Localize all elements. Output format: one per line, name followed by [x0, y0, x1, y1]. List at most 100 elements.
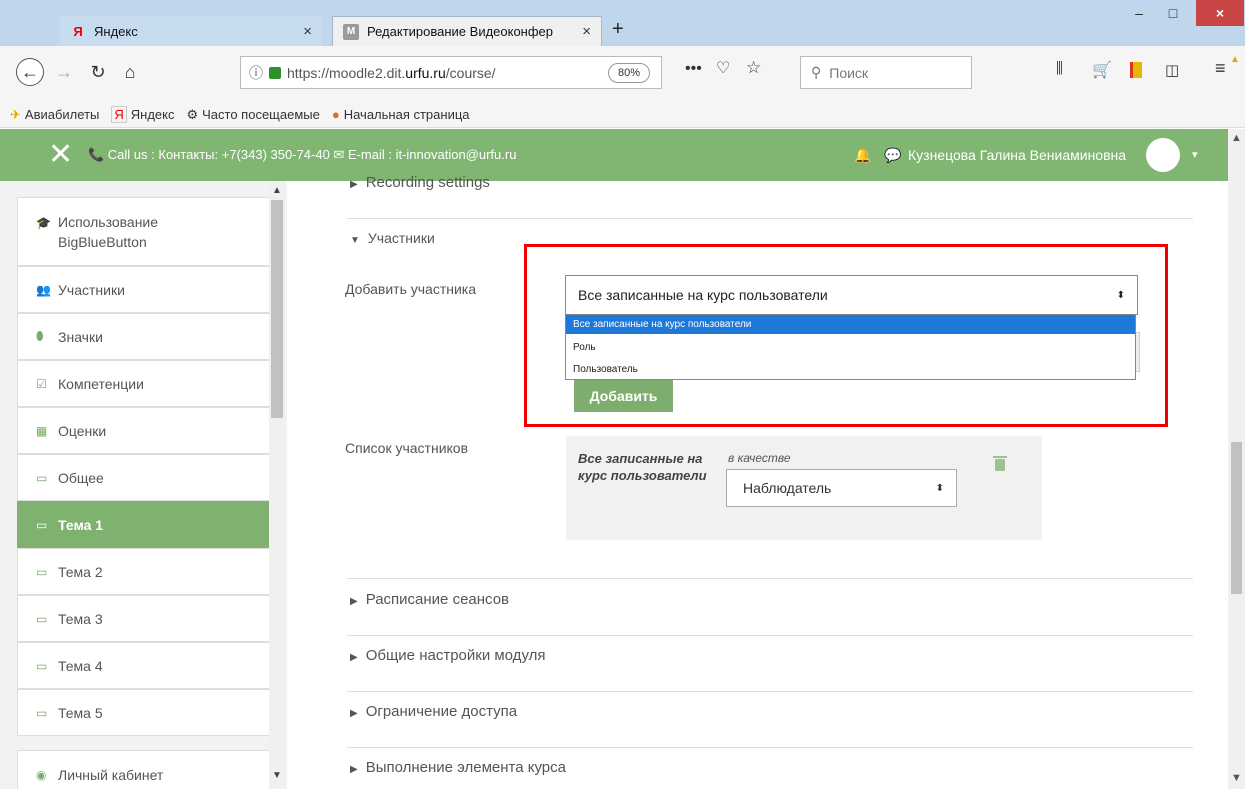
trash-icon-lid	[993, 456, 1007, 458]
divider	[347, 218, 1193, 219]
sidebar-item-topic-3[interactable]: ▭ Тема 3	[17, 595, 276, 642]
sidebar-item-label: Участники	[58, 281, 125, 298]
maximize-button[interactable]: □	[1156, 0, 1190, 26]
address-bar[interactable]: ⓘ https://moodle2.dit. urfu.ru/course/	[240, 56, 662, 89]
add-participant-label: Добавить участника	[345, 281, 477, 297]
triangle-down-icon: ▼	[350, 235, 360, 246]
dashboard-icon: ◉	[36, 768, 47, 782]
sidebar-item-badges[interactable]: ⬮ Значки	[17, 313, 276, 360]
zoom-indicator[interactable]: 80%	[608, 63, 650, 83]
section-recording-settings[interactable]: ▶ Recording settings	[350, 174, 490, 191]
folder-icon: ▭	[36, 705, 48, 720]
user-name[interactable]: Кузнецова Галина Вениаминовна	[908, 147, 1126, 163]
moodle-icon: M	[343, 23, 359, 40]
sidebar-scroll-thumb[interactable]	[271, 200, 283, 418]
back-button[interactable]: ←	[16, 58, 44, 86]
search-icon: ⚲	[811, 64, 822, 80]
lock-icon	[269, 66, 281, 79]
bell-icon[interactable]: 🔔	[854, 147, 871, 164]
scroll-down-icon[interactable]: ▼	[1231, 772, 1242, 784]
scroll-up-icon[interactable]: ▲	[1231, 132, 1242, 144]
sidebar-item-bigbluebutton[interactable]: 🎓 Использование BigBlueButton	[17, 197, 276, 266]
sidebar-item-label: Значки	[58, 328, 103, 345]
bookmark-star-icon[interactable]: ☆	[746, 58, 761, 78]
minimize-button[interactable]: –	[1122, 0, 1156, 26]
folder-icon: ▭	[36, 611, 48, 626]
info-icon[interactable]: ⓘ	[249, 63, 263, 83]
contact-info: 📞 Call us : Контакты: +7(343) 350-74-40 …	[88, 147, 517, 162]
menu-icon[interactable]: ≡	[1215, 58, 1226, 79]
sidebar-item-topic-5[interactable]: ▭ Тема 5	[17, 689, 276, 736]
avatar[interactable]	[1146, 138, 1180, 172]
library-icon[interactable]: ⫼	[1056, 60, 1063, 77]
pocket-icon[interactable]: ♡	[716, 58, 730, 78]
url-domain: urfu.ru	[405, 64, 446, 81]
sidebar-item-label: Тема 2	[58, 563, 103, 580]
tab-yandex[interactable]: Я Яндекс ×	[60, 16, 322, 46]
page-actions-icon[interactable]: •••	[685, 60, 702, 78]
section-schedule[interactable]: ▶ Расписание сеансов	[350, 591, 509, 608]
tab-moodle-edit[interactable]: M Редактирование Видеоконфер ×	[332, 16, 602, 46]
sidebar-item-label: Общее	[58, 469, 104, 486]
cart-icon[interactable]: 🛒	[1092, 60, 1112, 80]
close-icon[interactable]: ×	[303, 23, 312, 40]
bookmark-frequent[interactable]: ⚙ Часто посещаемые	[186, 107, 319, 123]
sidebar-item-topic-1[interactable]: ▭ Тема 1	[17, 501, 276, 548]
divider	[347, 635, 1193, 636]
sidebar-item-topic-4[interactable]: ▭ Тема 4	[17, 642, 276, 689]
sidebar-item-general[interactable]: ▭ Общее	[17, 454, 276, 501]
shield-icon: ⬮	[36, 329, 44, 343]
trash-icon[interactable]	[995, 459, 1005, 471]
select-arrows-icon: ⬍	[935, 482, 944, 494]
sidebar-item-dashboard[interactable]: ◉ Личный кабинет	[17, 750, 276, 789]
bookmark-start-page[interactable]: ● Начальная страница	[332, 107, 470, 122]
window-close-button[interactable]: ×	[1196, 0, 1244, 26]
role-select[interactable]: Наблюдатель ⬍	[726, 469, 957, 507]
close-drawer-icon[interactable]: ✕	[48, 137, 73, 172]
checkbox-icon: ☑	[36, 376, 47, 391]
page-scroll-thumb[interactable]	[1231, 442, 1242, 594]
search-input[interactable]: ⚲ Поиск	[800, 56, 972, 89]
role-value: Наблюдатель	[743, 480, 832, 496]
tab-label: Яндекс	[94, 23, 138, 39]
folder-icon: ▭	[36, 564, 48, 579]
section-access-restriction[interactable]: ▶ Ограничение доступа	[350, 703, 517, 720]
sidebar-toggle-icon[interactable]: ◫	[1165, 61, 1179, 79]
folder-icon: ▭	[36, 470, 48, 485]
highlight-box	[524, 244, 1168, 427]
yandex-icon: Я	[111, 106, 127, 123]
bookmark-label: Яндекс	[130, 107, 175, 122]
tab-label: Редактирование Видеоконфер	[367, 24, 554, 39]
sidebar-item-competencies[interactable]: ☑ Компетенции	[17, 360, 276, 407]
section-activity-completion[interactable]: ▶ Выполнение элемента курса	[350, 759, 566, 776]
yandex-icon: Я	[73, 23, 83, 39]
section-title: Выполнение элемента курса	[365, 759, 566, 776]
sidebar-item-participants[interactable]: 👥 Участники	[17, 266, 276, 313]
bookmark-aviabilety[interactable]: ✈ Авиабилеты	[10, 107, 99, 123]
scroll-down-icon[interactable]: ▼	[272, 770, 282, 781]
section-participants[interactable]: ▼ Участники	[350, 230, 435, 246]
reload-button[interactable]: ↻	[86, 59, 110, 85]
bookmark-yandex[interactable]: Я Яндекс	[111, 106, 174, 123]
flag-icon[interactable]	[1130, 62, 1142, 78]
new-tab-button[interactable]: +	[612, 18, 624, 41]
bookmark-label: Начальная страница	[343, 107, 470, 122]
scroll-up-icon[interactable]: ▲	[272, 185, 282, 196]
close-icon[interactable]: ×	[582, 23, 591, 40]
section-title: Расписание сеансов	[365, 591, 510, 608]
sidebar-item-label: Тема 5	[58, 704, 103, 721]
section-title: Ограничение доступа	[365, 703, 518, 720]
folder-icon: ▭	[36, 517, 48, 532]
forward-button[interactable]: →	[52, 59, 76, 85]
chat-icon[interactable]: 💬	[884, 147, 901, 164]
section-general-settings[interactable]: ▶ Общие настройки модуля	[350, 647, 545, 664]
chevron-down-icon[interactable]: ▾	[1192, 148, 1198, 161]
home-button[interactable]: ⌂	[118, 59, 142, 85]
graduation-cap-icon: 🎓	[36, 216, 51, 230]
section-title: Общие настройки модуля	[365, 647, 546, 664]
participant-list-label: Список участников	[345, 440, 469, 456]
firefox-icon: ●	[331, 107, 340, 122]
sidebar-item-grades[interactable]: ▦ Оценки	[17, 407, 276, 454]
sidebar-item-topic-2[interactable]: ▭ Тема 2	[17, 548, 276, 595]
triangle-right-icon: ▶	[350, 596, 358, 607]
